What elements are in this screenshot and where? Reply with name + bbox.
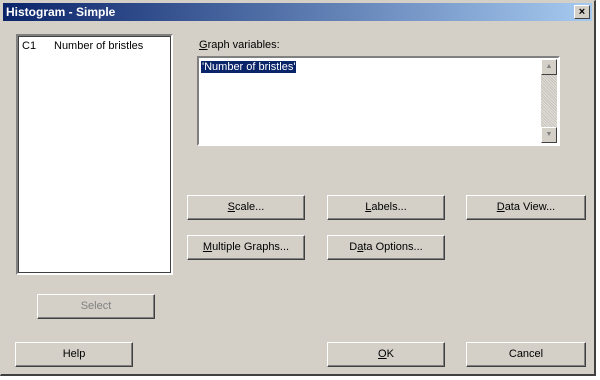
scale-button[interactable]: Scale... [187,195,305,220]
cancel-button[interactable]: Cancel [466,342,586,367]
list-item[interactable]: C1 Number of bristles [22,40,143,52]
labels-button[interactable]: Labels... [327,195,445,220]
data-view-button[interactable]: Data View... [466,195,586,220]
histogram-dialog: Histogram - Simple × C1 Number of bristle… [0,0,596,376]
scroll-up-arrow-icon[interactable]: ▲ [541,59,557,75]
ok-button[interactable]: OK [327,342,445,367]
variable-list[interactable]: C1 Number of bristles [16,34,173,275]
graph-variables-value[interactable]: 'Number of bristles' [199,60,298,74]
graph-variables-input[interactable]: 'Number of bristles' ▲ ▼ [197,56,560,146]
scroll-down-arrow-icon[interactable]: ▼ [541,127,557,143]
close-icon: × [578,6,586,18]
title-bar[interactable]: Histogram - Simple × [3,3,592,21]
help-button[interactable]: Help [15,342,133,367]
data-options-button[interactable]: Data Options... [327,235,445,260]
graph-variables-label: Graph variables: [199,39,280,51]
graph-variables-scrollbar[interactable]: ▲ ▼ [541,59,557,143]
select-button[interactable]: Select [37,294,155,319]
window-title: Histogram - Simple [6,5,116,19]
column-id: C1 [22,40,37,52]
close-button[interactable]: × [574,5,590,19]
multiple-graphs-button[interactable]: Multiple Graphs... [187,235,305,260]
column-name: Number of bristles [54,40,144,52]
